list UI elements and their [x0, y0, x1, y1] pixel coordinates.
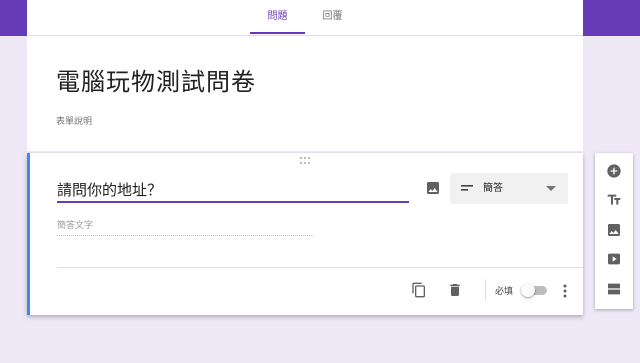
form-title[interactable]: 電腦玩物測試問卷: [56, 62, 256, 97]
tab-responses[interactable]: 回覆: [305, 0, 360, 36]
image-icon: [608, 224, 620, 236]
tab-questions[interactable]: 問題: [250, 0, 305, 36]
more-vertical-icon: [563, 284, 567, 298]
section-icon: [608, 283, 620, 295]
trash-icon: [450, 284, 460, 296]
question-title-input[interactable]: 請問你的地址？: [57, 179, 409, 203]
side-toolbar: [595, 153, 633, 309]
add-image-button[interactable]: [424, 179, 442, 197]
add-video-button[interactable]: [604, 249, 624, 269]
question-type-select[interactable]: 簡答: [450, 173, 568, 204]
add-image-button-side[interactable]: [604, 220, 624, 240]
duplicate-button[interactable]: [410, 281, 428, 299]
add-title-button[interactable]: [604, 190, 624, 210]
image-icon: [427, 182, 439, 194]
tab-bar: 問題 回覆: [27, 0, 583, 36]
short-text-icon: [461, 185, 473, 191]
drag-handle-icon[interactable]: [300, 157, 314, 165]
add-section-button[interactable]: [604, 279, 624, 299]
form-header-card[interactable]: 電腦玩物測試問卷 表單說明: [27, 36, 583, 151]
required-label: 必填: [495, 287, 514, 297]
add-question-button[interactable]: [604, 161, 624, 181]
form-description[interactable]: 表單說明: [56, 114, 92, 127]
delete-button[interactable]: [446, 281, 464, 299]
more-options-button[interactable]: [560, 283, 570, 299]
required-toggle[interactable]: [521, 283, 547, 297]
question-type-label: 簡答: [483, 183, 503, 194]
question-card[interactable]: 請問你的地址？ 簡答 簡答文字 必填: [27, 153, 583, 315]
title-text-icon: [607, 194, 621, 205]
answer-placeholder: 簡答文字: [57, 220, 314, 236]
tab-indicator: [250, 32, 305, 34]
video-icon: [608, 253, 620, 265]
footer-separator: [485, 279, 486, 301]
chevron-down-icon: [546, 186, 556, 191]
card-divider: [57, 267, 583, 268]
form-editor: 問題 回覆 電腦玩物測試問卷 表單說明 請問你的地址？ 簡答 簡答文字 必填: [27, 0, 583, 363]
toggle-knob: [521, 283, 535, 297]
copy-icon: [412, 282, 425, 298]
add-circle-icon: [607, 164, 621, 178]
